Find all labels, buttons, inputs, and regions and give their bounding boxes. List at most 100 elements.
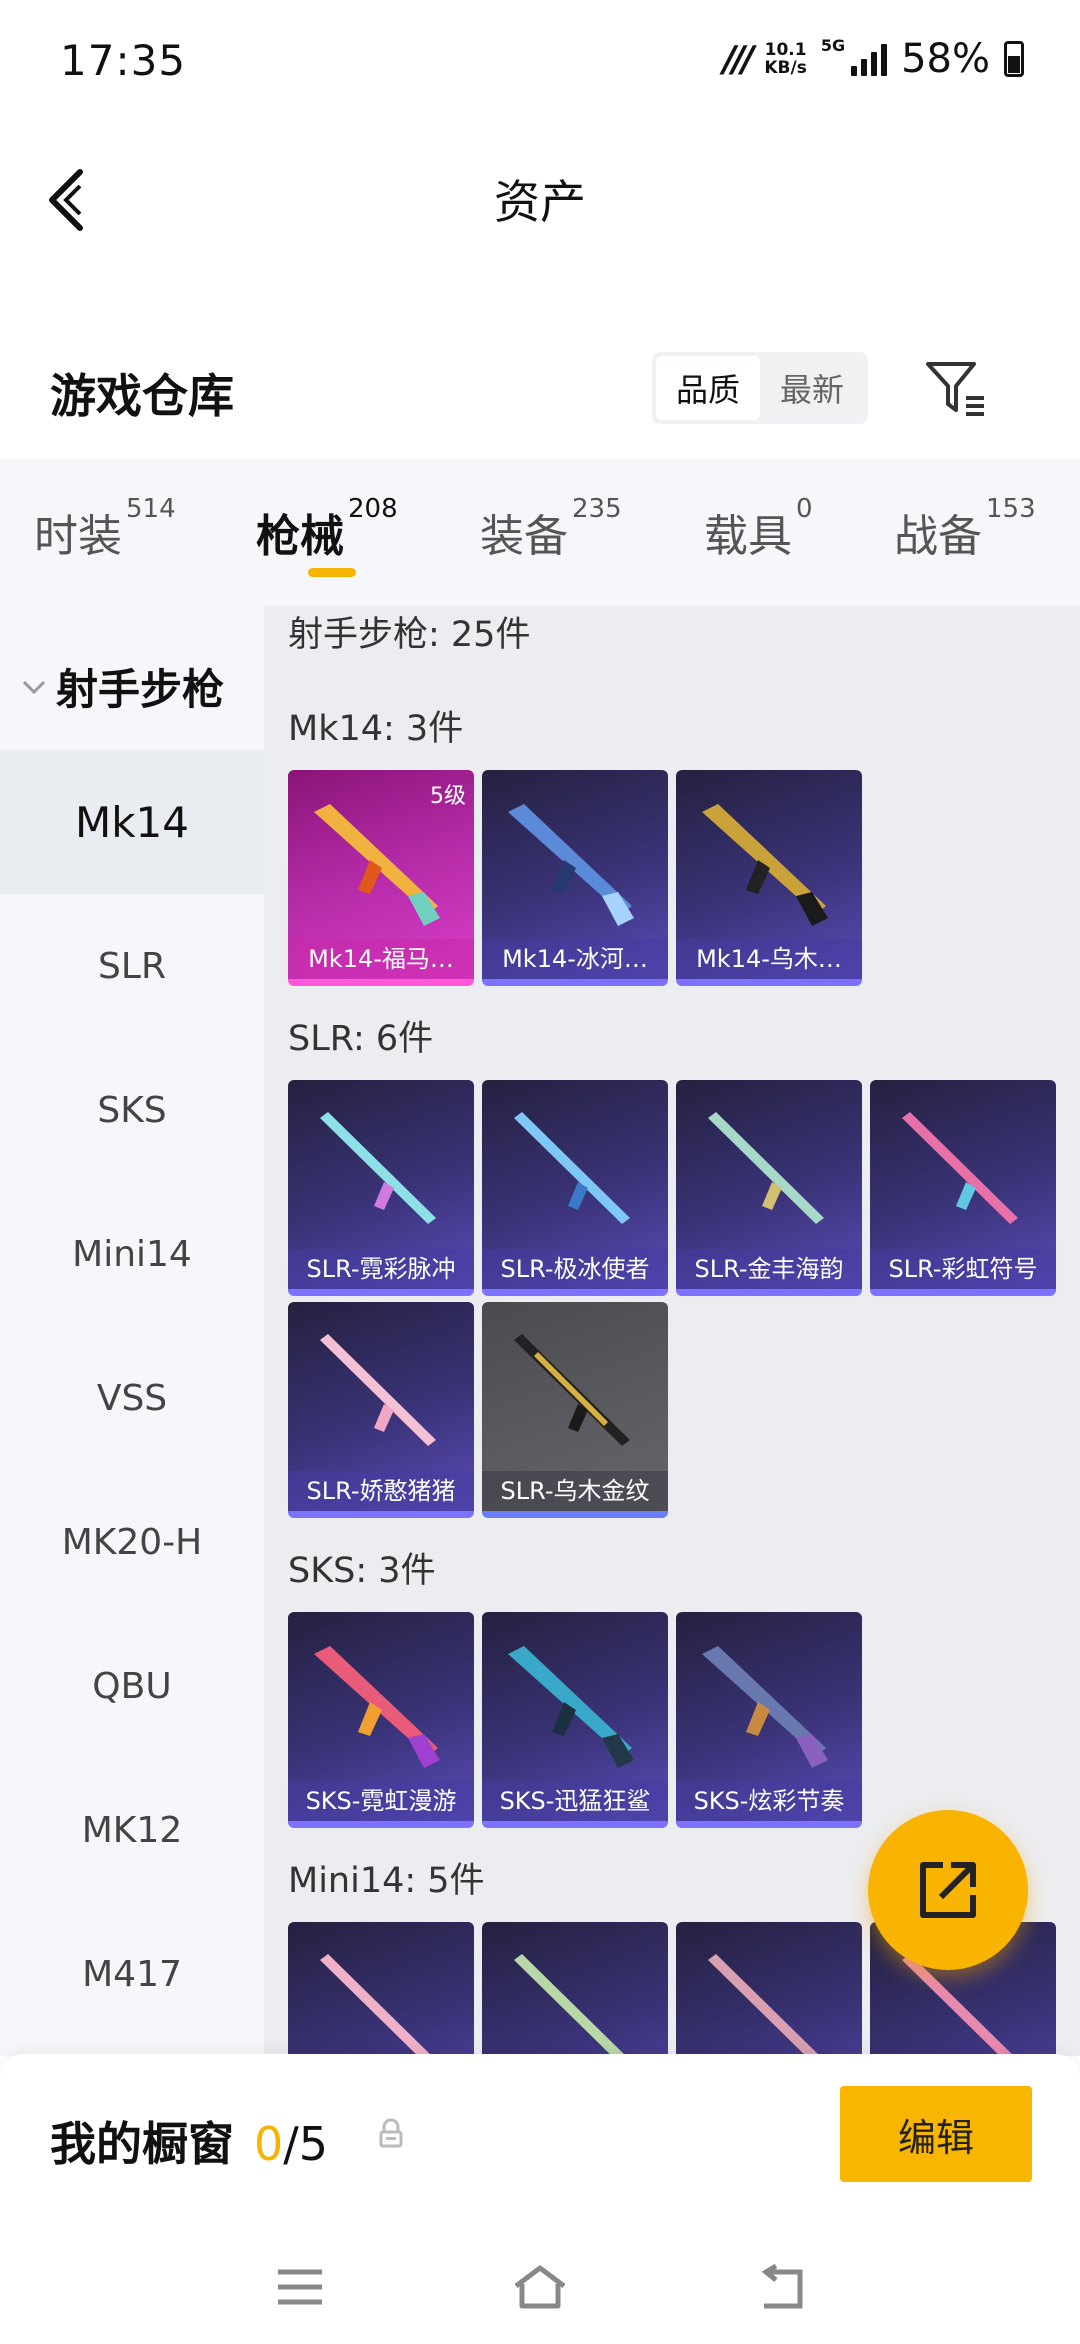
showcase-current: 0 [254,2117,284,2171]
rifle-icon [514,1334,630,1446]
tab-count: 235 [572,494,622,524]
menu-icon[interactable] [270,2262,330,2312]
tab-label: 载具 [704,511,792,562]
tab-guns[interactable]: 枪械208 [256,494,398,564]
signal-icon [851,42,888,76]
sort-option-newest[interactable]: 最新 [760,356,864,420]
net-speed-unit: KB/s [764,58,807,78]
sidebar-item-m417[interactable]: M417 [0,1902,264,2046]
chevron-down-icon [22,680,46,694]
warehouse-title: 游戏仓库 [50,369,234,423]
share-export-icon [920,1862,976,1918]
weapon-card[interactable]: SKS-迅猛狂鲨 [482,1612,668,1828]
rifle-icon [314,804,440,926]
tab-count: 514 [126,494,176,524]
net-speed-value: 10.1 [764,40,807,60]
sidebar-item-vss[interactable]: VSS [0,1326,264,1470]
page-title: 资产 [494,175,586,229]
showcase-count: 0/5 [254,2117,328,2171]
tab-label: 战备 [894,511,982,562]
section-title-slr: SLR: 6件 [288,1019,434,1059]
weapon-card-label: SLR-乌木金纹 [482,1471,668,1511]
sidebar-item-mk12[interactable]: MK12 [0,1758,264,1902]
tab-fashion[interactable]: 时装514 [34,494,176,564]
rifle-icon [702,1646,828,1768]
filter-icon[interactable] [920,352,992,424]
rifle-icon [514,1112,630,1224]
status-bar: 17:35 /// 10.1 KB/s 5G 58% [0,0,1080,120]
tab-count: 0 [796,494,813,524]
sort-option-quality[interactable]: 品质 [656,356,760,420]
weapon-card[interactable] [288,1922,474,2056]
section-title-sks: SKS: 3件 [288,1551,436,1591]
tab-vehicles[interactable]: 载具0 [704,494,813,564]
rifle-icon [508,804,634,926]
weapon-card-label: SLR-娇憨猪猪 [288,1471,474,1511]
content-summary: 射手步枪: 25件 [288,615,531,655]
weapon-card-label: SKS-霓虹漫游 [288,1781,474,1821]
rifle-icon [320,1334,436,1446]
sort-toggle: 品质 最新 [652,352,868,424]
active-tab-indicator [308,568,356,577]
tab-label: 时装 [34,511,122,562]
sidebar-item-sks[interactable]: SKS [0,1038,264,1182]
tab-equipment[interactable]: 装备235 [480,494,622,564]
weapon-card[interactable] [676,1922,862,2056]
weapon-card-label: SKS-迅猛狂鲨 [482,1781,668,1821]
rifle-icon [708,1112,824,1224]
tab-count: 208 [348,494,398,524]
weapon-card-label: Mk14-冰河… [482,939,668,979]
weapon-card[interactable]: SKS-炫彩节奏 [676,1612,862,1828]
tab-label: 装备 [480,511,568,562]
rifle-icon [508,1646,634,1768]
category-tabs: 时装514 枪械208 装备235 载具0 战备153 [0,458,1080,606]
sidebar-item-qbu[interactable]: QBU [0,1614,264,1758]
weapon-card[interactable]: SLR-乌木金纹 [482,1302,668,1518]
weapon-card[interactable]: SKS-霓虹漫游 [288,1612,474,1828]
network-type: 5G [820,36,846,55]
weapon-sidebar: 射手步枪 Mk14 SLR SKS Mini14 VSS MK20-H QBU … [0,606,264,2056]
weapon-card[interactable]: SLR-彩虹符号 [870,1080,1056,1296]
weapon-card[interactable]: SLR-金丰海韵 [676,1080,862,1296]
weapon-card[interactable]: SLR-娇憨猪猪 [288,1302,474,1518]
weapon-card[interactable]: Mk14-冰河… [482,770,668,986]
lock-icon [378,2118,404,2150]
weapon-card-label: SLR-彩虹符号 [870,1249,1056,1289]
tab-supplies[interactable]: 战备153 [894,494,1036,564]
tab-label: 枪械 [256,511,344,562]
section-title-mini14: Mini14: 5件 [288,1861,485,1901]
sidebar-item-mk14[interactable]: Mk14 [0,750,264,894]
sidebar-item-mk20h[interactable]: MK20-H [0,1470,264,1614]
weapon-card-label: SLR-金丰海韵 [676,1249,862,1289]
weapon-card-label: SKS-炫彩节奏 [676,1781,862,1821]
share-button[interactable] [868,1810,1028,1970]
rifle-icon [902,1112,1018,1224]
sidebar-item-mini14[interactable]: Mini14 [0,1182,264,1326]
home-icon[interactable] [510,2262,570,2312]
rifle-icon [320,1112,436,1224]
weapon-card-label: Mk14-福马… [288,939,474,979]
weapon-card[interactable]: 5级 Mk14-福马… [288,770,474,986]
weapon-card[interactable]: Mk14-乌木… [676,770,862,986]
sidebar-category-label: 射手步枪 [56,665,225,714]
tab-count: 153 [986,494,1036,524]
edit-button[interactable]: 编辑 [840,2086,1032,2182]
system-nav-bar [0,2224,1080,2344]
showcase-title: 我的橱窗 [50,2117,234,2171]
sidebar-item-slr[interactable]: SLR [0,894,264,1038]
weapon-card[interactable]: SLR-极冰使者 [482,1080,668,1296]
rifle-icon [708,1954,820,2056]
net-speed: 10.1 KB/s [764,41,806,77]
weapon-card[interactable] [482,1922,668,2056]
rifle-icon [702,804,828,926]
carrier-logo-icon: /// [722,38,755,80]
battery-percent: 58% [901,36,990,82]
showcase-max: /5 [283,2117,329,2171]
sidebar-category[interactable]: 射手步枪 [20,656,224,717]
weapon-card-label: SLR-极冰使者 [482,1249,668,1289]
weapon-card[interactable]: SLR-霓彩脉冲 [288,1080,474,1296]
back-nav-icon[interactable] [750,2262,810,2312]
status-time: 17:35 [60,36,187,85]
status-icons: /// 10.1 KB/s 5G 58% [723,36,1024,82]
weapon-card-label: SLR-霓彩脉冲 [288,1249,474,1289]
